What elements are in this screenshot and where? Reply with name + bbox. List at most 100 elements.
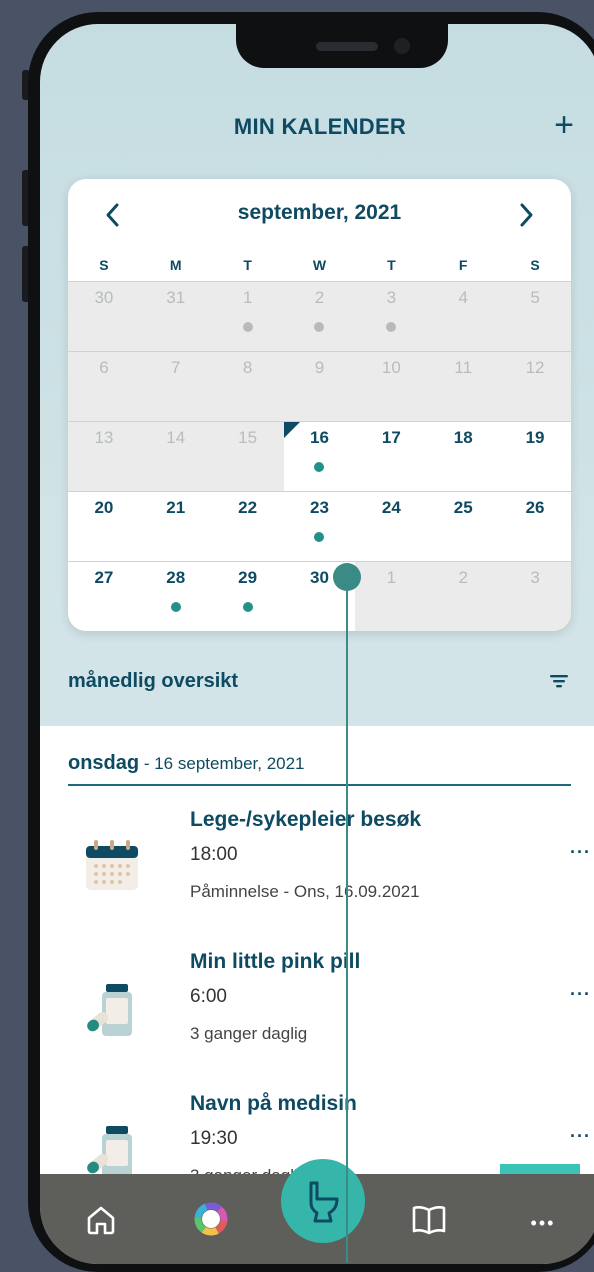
calendar-day-cell[interactable]: 20	[68, 492, 140, 562]
calendar-day-number: 14	[166, 428, 186, 447]
calendar-day-cell[interactable]: 26	[499, 492, 571, 562]
calendar-day-cell[interactable]: 1	[211, 282, 284, 352]
weekday-label: T	[387, 257, 396, 273]
calendar-day-cell[interactable]: 16	[283, 422, 356, 492]
event-subtitle: 3 ganger daglig	[190, 1024, 308, 1043]
event-indicator-dot	[386, 322, 397, 332]
calendar-day-cell[interactable]: 8	[211, 352, 284, 422]
weekday-label: M	[169, 257, 182, 273]
weekday-label: T	[243, 257, 252, 273]
event-indicator-dot	[314, 322, 325, 332]
more-options-button[interactable]: ···	[570, 1126, 591, 1147]
calendar-day-cell[interactable]: 10	[355, 352, 428, 422]
event-time: 6:00	[190, 986, 227, 1007]
more-icon[interactable]: •••	[518, 1198, 568, 1248]
calendar-day-number: 22	[238, 498, 258, 517]
weekday-label: W	[312, 257, 327, 273]
calendar-day-number: 7	[171, 358, 181, 377]
calendar-day-number: 18	[453, 428, 473, 447]
pill-bottle-icon	[87, 984, 132, 1036]
weekday-label: S	[99, 257, 109, 273]
book-icon[interactable]	[404, 1194, 454, 1244]
calendar-day-cell[interactable]: 17	[355, 422, 427, 492]
calendar-day-number: 15	[238, 428, 258, 447]
home-icon[interactable]	[76, 1194, 126, 1244]
calendar-week-row: 30 31 1 2 3 4 5	[68, 281, 571, 352]
app-screen: MIN KALENDER + september, 2021 S M T W T F S 3…	[40, 24, 594, 1264]
more-options-button[interactable]: ···	[570, 842, 591, 863]
calendar-day-number: 24	[381, 498, 401, 517]
calendar-day-cell[interactable]: 4	[427, 282, 500, 352]
event-time: 19:30	[190, 1128, 238, 1149]
calendar-day-number: 4	[458, 288, 468, 307]
calendar-day-cell[interactable]: 2	[427, 562, 500, 631]
calendar-day-number: 30	[94, 288, 114, 307]
event-time: 18:00	[190, 844, 238, 865]
calendar-day-cell[interactable]: 28	[140, 562, 212, 631]
calendar-day-cell[interactable]: 7	[139, 352, 212, 422]
calendar-day-number: 13	[94, 428, 114, 447]
calendar-day-cell[interactable]: 1	[355, 562, 428, 631]
calendar-day-number: 3	[530, 568, 540, 587]
calendar-day-cell[interactable]: 3	[499, 562, 571, 631]
month-title: september, 2021	[237, 201, 402, 224]
calendar-day-cell[interactable]: 6	[68, 352, 140, 422]
next-month-button[interactable]	[511, 197, 541, 233]
calendar-day-cell[interactable]: 13	[68, 422, 140, 492]
calendar-day-cell[interactable]: 15	[211, 422, 284, 492]
calendar-day-cell[interactable]: 29	[212, 562, 284, 631]
overview-label: månedlig oversikt	[68, 670, 239, 692]
divider	[68, 784, 571, 786]
calendar-day-number: 20	[94, 498, 114, 517]
calendar-day-cell[interactable]: 11	[427, 352, 500, 422]
toilet-button[interactable]	[281, 1159, 365, 1243]
event-indicator-dot	[314, 532, 325, 542]
front-camera	[394, 38, 410, 54]
calendar-day-cell[interactable]: 23	[284, 492, 356, 562]
calendar-day-number: 12	[525, 358, 545, 377]
calendar-day-cell[interactable]: 21	[140, 492, 212, 562]
add-button[interactable]: +	[544, 106, 584, 146]
calendar-day-cell[interactable]: 3	[355, 282, 428, 352]
calendar-day-cell[interactable]: 2	[283, 282, 356, 352]
calendar-day-cell[interactable]: 19	[499, 422, 571, 492]
weekday-label: S	[530, 257, 540, 273]
event-indicator-dot	[170, 602, 181, 612]
calendar-icon	[86, 840, 138, 890]
calendar-day-cell[interactable]: 27	[68, 562, 140, 631]
event-indicator-dot	[242, 322, 253, 332]
calendar-day-cell[interactable]: 25	[427, 492, 499, 562]
calendar-day-cell[interactable]: 30	[68, 282, 140, 352]
toilet-icon	[309, 1181, 339, 1223]
calendar-day-number: 11	[454, 358, 473, 377]
calendar-day-number: 2	[458, 568, 468, 587]
more-options-button[interactable]: ···	[570, 984, 591, 1005]
calendar-week-row: 20 21 22 23 24 25 26	[68, 491, 571, 562]
calendar-day-cell[interactable]: 18	[427, 422, 499, 492]
event-title: Lege-/sykepleier besøk	[190, 808, 422, 831]
event-indicator-dot	[314, 462, 325, 472]
calendar-day-cell[interactable]: 24	[355, 492, 427, 562]
event-item[interactable]: Lege-/sykepleier besøk 18:00 Påminnelse …	[40, 808, 594, 948]
color-wheel-icon[interactable]	[186, 1194, 236, 1244]
calendar-day-number: 8	[242, 358, 253, 377]
calendar-card: september, 2021 SMTWTFS 30 31 1 2 3 4 5 6 7 8 9 10 1…	[68, 179, 571, 631]
calendar-day-number: 25	[453, 498, 473, 517]
calendar-day-cell[interactable]: 12	[499, 352, 571, 422]
pointer-line	[346, 578, 348, 1263]
chevron-right-icon	[520, 203, 533, 227]
event-title: Navn på medisin	[190, 1092, 357, 1115]
calendar-day-number: 21	[166, 498, 186, 517]
calendar-day-cell[interactable]: 14	[139, 422, 212, 492]
calendar-day-number: 1	[242, 288, 253, 307]
calendar-day-cell[interactable]: 31	[139, 282, 212, 352]
calendar-day-cell[interactable]: 22	[212, 492, 284, 562]
speaker	[316, 42, 378, 51]
calendar-day-number: 1	[386, 568, 397, 587]
event-item[interactable]: Min little pink pill 6:00 3 ganger dagli…	[40, 950, 594, 1090]
filter-icon[interactable]	[548, 670, 570, 692]
calendar-day-number: 16	[310, 428, 329, 447]
calendar-day-number: 26	[525, 498, 545, 517]
calendar-day-cell[interactable]: 9	[283, 352, 356, 422]
calendar-day-cell[interactable]: 5	[499, 282, 571, 352]
